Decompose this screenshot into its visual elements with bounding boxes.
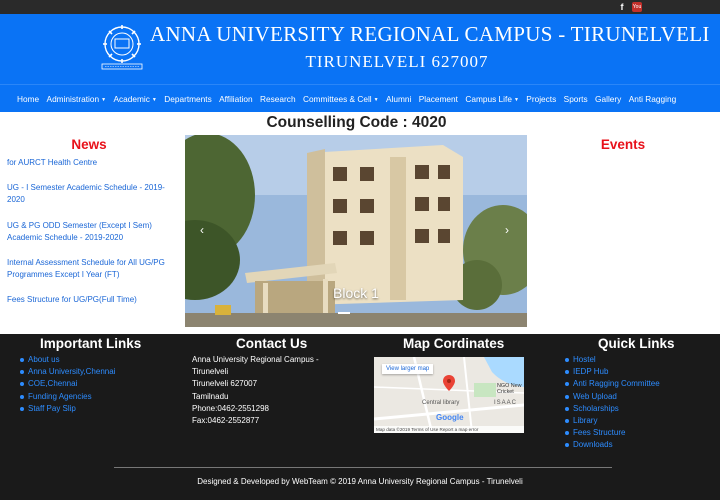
map-pin-icon — [443, 375, 455, 391]
map-label-isaac: ISAAC — [494, 400, 518, 406]
nav-item-academic[interactable]: Academic ▼ — [113, 94, 156, 104]
news-item[interactable]: UG - I Semester Academic Schedule - 2019… — [7, 182, 177, 206]
quick-link[interactable]: Anti Ragging Committee — [565, 378, 660, 390]
nav-item-label: Anti Ragging — [628, 94, 677, 104]
nav-item-label: Campus Life — [465, 94, 512, 104]
news-item[interactable]: Internal Assessment Schedule for All UG/… — [7, 257, 177, 281]
nav-item-label: Home — [17, 94, 40, 104]
nav-item-label: Gallery — [595, 94, 622, 104]
important-link[interactable]: Staff Pay Slip — [20, 403, 115, 415]
nav-item-label: Research — [260, 94, 296, 104]
contact-heading: Contact Us — [236, 336, 308, 351]
important-link[interactable]: Anna University,Chennai — [20, 366, 115, 378]
nav-item-home[interactable]: Home — [17, 94, 39, 104]
quick-link[interactable]: Fees Structure — [565, 427, 660, 439]
site-title: ANNA UNIVERSITY REGIONAL CAMPUS - TIRUNE… — [150, 22, 710, 46]
view-larger-map-link[interactable]: View larger map — [382, 364, 434, 374]
contact-details: Anna University Regional Campus - Tirunel… — [192, 354, 342, 427]
footer-credit: Designed & Developed by WebTeam © 2019 A… — [197, 477, 523, 486]
contact-line: Tirunelveli — [192, 367, 229, 377]
nav-item-placement[interactable]: Placement — [419, 94, 458, 104]
nav-item-departments[interactable]: Departments — [164, 94, 212, 104]
nav-item-campus-life[interactable]: Campus Life ▼ — [465, 94, 519, 104]
news-heading: News — [71, 137, 107, 152]
contact-line: Tamilnadu — [192, 391, 229, 401]
news-item[interactable]: Fees Structure for UG/PG(Full Time) — [7, 294, 177, 306]
events-heading: Events — [600, 137, 646, 152]
nav-item-label: Committees & Cell — [302, 94, 372, 104]
quick-link[interactable]: Library — [565, 415, 660, 427]
quick-links-list: Hostel IEDP Hub Anti Ragging Committee Web … — [565, 354, 660, 452]
nav-item-research[interactable]: Research — [260, 94, 296, 104]
footer-divider — [114, 467, 612, 468]
map-heading: Map Cordinates — [403, 336, 505, 351]
quick-link[interactable]: Hostel — [565, 354, 660, 366]
nav-item-label: Departments — [164, 94, 212, 104]
facebook-icon[interactable]: f — [617, 2, 627, 12]
important-link[interactable]: COE,Chennai — [20, 378, 115, 390]
chevron-down-icon: ▼ — [513, 96, 519, 103]
contact-line: Anna University Regional Campus - — [192, 355, 319, 364]
nav-item-administration[interactable]: Administration ▼ — [47, 94, 107, 104]
counselling-code: Counselling Code : 4020 — [266, 114, 447, 131]
important-links-heading: Important Links — [40, 336, 142, 351]
contact-line: Phone:0462-2551298 — [192, 403, 269, 413]
quick-link[interactable]: Downloads — [565, 439, 660, 451]
map-attribution[interactable]: Map data ©2019 Terms of Use Report a map… — [374, 426, 524, 433]
nav-item-sports[interactable]: Sports — [564, 94, 588, 104]
nav-item-projects[interactable]: Projects — [526, 94, 556, 104]
quick-link[interactable]: Web Upload — [565, 391, 660, 403]
nav-item-label: Academic — [113, 94, 150, 104]
nav-item-label: Administration — [46, 94, 100, 104]
contact-line: Fax:0462-2552877 — [192, 416, 260, 426]
nav-item-label: Affiliation — [219, 94, 253, 104]
news-item[interactable]: UG & PG ODD Semester (Except I Sem) Acad… — [7, 220, 177, 244]
important-link[interactable]: About us — [20, 354, 115, 366]
map-label-ngo: NGO New Cricket — [497, 383, 522, 395]
map-label-library: Central library — [422, 400, 460, 406]
site-subtitle: TIRUNELVELI 627007 — [305, 52, 489, 71]
carousel-prev-arrow[interactable]: ‹ — [200, 223, 204, 237]
chevron-down-icon: ▼ — [101, 96, 107, 103]
nav-item-affiliation[interactable]: Affiliation — [219, 94, 253, 104]
site-header: ANNA UNIVERSITY REGIONAL CAMPUS - TIRUNE… — [0, 14, 720, 84]
chevron-down-icon: ▼ — [373, 96, 379, 103]
nav-item-label: Alumni — [386, 94, 412, 104]
news-item[interactable]: for AURCT Health Centre — [7, 157, 177, 169]
quick-link[interactable]: Scholarships — [565, 403, 660, 415]
contact-line: Tirunelveli 627007 — [192, 379, 258, 389]
carousel-indicators — [336, 312, 352, 314]
chevron-down-icon: ▼ — [151, 96, 157, 103]
image-carousel[interactable]: ‹ › Block 1 — [185, 135, 527, 327]
quick-link[interactable]: IEDP Hub — [565, 366, 660, 378]
nav-item-gallery[interactable]: Gallery — [595, 94, 621, 104]
carousel-indicator[interactable] — [338, 312, 350, 314]
important-links-list: About us Anna University,Chennai COE,Chenn… — [20, 354, 115, 415]
embedded-map[interactable]: View larger map Central library NGO New … — [374, 357, 524, 433]
carousel-caption: Block 1 — [333, 285, 379, 301]
main-nav: Home Administration ▼ Academic ▼ Departments A… — [0, 84, 720, 112]
quick-links-heading: Quick Links — [598, 336, 675, 351]
top-social-bar: f You Tube — [0, 0, 720, 20]
news-list: for AURCT Health Centre UG - I Semester A… — [7, 157, 177, 320]
university-logo[interactable] — [96, 22, 148, 74]
nav-item-label: Projects — [526, 94, 557, 104]
nav-item-label: Placement — [418, 94, 458, 104]
site-footer: Important Links About us Anna University,… — [0, 334, 720, 500]
nav-item-anti-ragging[interactable]: Anti Ragging — [629, 94, 677, 104]
nav-item-alumni[interactable]: Alumni — [386, 94, 411, 104]
youtube-icon[interactable]: You Tube — [632, 2, 643, 20]
google-logo: Google — [436, 413, 464, 422]
carousel-next-arrow[interactable]: › — [505, 223, 509, 237]
nav-item-label: Sports — [563, 94, 588, 104]
nav-item-committees-cell[interactable]: Committees & Cell ▼ — [303, 94, 379, 104]
important-link[interactable]: Funding Agencies — [20, 391, 115, 403]
